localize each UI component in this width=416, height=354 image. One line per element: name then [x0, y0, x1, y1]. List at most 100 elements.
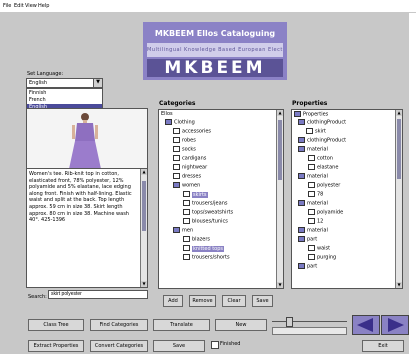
search-label: Search: [28, 294, 47, 300]
scroll-up-icon[interactable]: ▲ [396, 110, 402, 116]
tree-node[interactable]: elastane [308, 164, 338, 171]
scroll-up-icon[interactable]: ▲ [277, 110, 283, 116]
tree-node[interactable]: socks [173, 146, 196, 153]
tree-node[interactable]: trousers/jeans [183, 200, 227, 207]
tree-node[interactable]: material [298, 200, 328, 207]
tree-node[interactable]: trousers/shorts [183, 254, 230, 261]
description-scrollbar[interactable]: ▲ ▼ [140, 169, 147, 287]
document-icon [308, 218, 315, 224]
tree-node[interactable]: purging [308, 254, 336, 261]
next-button[interactable] [381, 315, 409, 335]
new-button[interactable]: New [215, 319, 267, 331]
scroll-down-icon[interactable]: ▼ [141, 281, 147, 287]
convert-categories-button[interactable]: Convert Categories [90, 340, 148, 352]
exit-button[interactable]: Exit [362, 340, 404, 352]
scroll-thumb[interactable] [397, 119, 401, 179]
document-icon [183, 218, 190, 224]
tree-node[interactable]: Properties [294, 111, 328, 118]
folder-icon [298, 227, 305, 233]
scroll-down-icon[interactable]: ▼ [277, 282, 283, 288]
properties-tree[interactable]: Properties clothingProduct skirt clothin… [291, 109, 403, 289]
menu-help[interactable]: Help [38, 3, 49, 9]
document-icon [173, 146, 180, 152]
find-categories-button[interactable]: Find Categories [90, 319, 148, 331]
document-icon [173, 155, 180, 161]
tree-node[interactable]: skirt [306, 128, 326, 135]
language-selected: English [29, 80, 48, 86]
tree-node[interactable]: accessories [173, 128, 211, 135]
folder-icon [298, 146, 305, 152]
tree-node[interactable]: women [173, 182, 200, 189]
translate-button[interactable]: Translate [153, 319, 210, 331]
add-button[interactable]: Add [163, 295, 183, 307]
class-tree-button[interactable]: Class Tree [28, 319, 84, 331]
language-option[interactable]: Finnish [27, 90, 102, 97]
tree-node[interactable]: Ellos [161, 111, 173, 118]
search-input[interactable] [48, 290, 148, 299]
banner-strip: Multilingual Knowledge Based European El… [147, 43, 283, 57]
document-icon [306, 128, 313, 134]
document-icon [183, 209, 190, 215]
scroll-thumb[interactable] [278, 120, 282, 180]
tree-node[interactable]: material [298, 146, 328, 153]
product-description[interactable]: Women's tee. Rib-knit top in cotton, ela… [26, 168, 148, 288]
tree-node[interactable]: robes [173, 137, 196, 144]
properties-scrollbar[interactable]: ▲ ▼ [395, 110, 402, 288]
tree-node[interactable]: cardigans [173, 155, 206, 162]
tree-node[interactable]: polyester [308, 182, 340, 189]
tree-node[interactable]: clothingProduct [298, 119, 346, 126]
clear-button[interactable]: Clear [222, 295, 246, 307]
save-small-button[interactable]: Save [252, 295, 273, 307]
categories-scrollbar[interactable]: ▲ ▼ [276, 110, 283, 288]
scroll-up-icon[interactable]: ▲ [141, 169, 147, 175]
tree-node-selected[interactable]: skirts [183, 191, 208, 198]
tree-node[interactable]: part [298, 236, 317, 243]
chevron-down-icon[interactable]: ▼ [93, 79, 102, 87]
tree-node[interactable]: men [173, 227, 193, 234]
tree-node[interactable]: clothingProduct [298, 137, 346, 144]
remove-button[interactable]: Remove [189, 295, 216, 307]
tree-node[interactable]: blazers [183, 236, 210, 243]
folder-icon [294, 111, 301, 117]
document-icon [308, 182, 315, 188]
tree-node[interactable]: material [298, 173, 328, 180]
menu-edit[interactable]: Edit [14, 3, 24, 9]
tree-node[interactable]: part [298, 263, 317, 270]
categories-tree[interactable]: Ellos Clothing accessories robes socks c… [158, 109, 284, 289]
tree-node[interactable]: dresses [173, 173, 201, 180]
slider-handle[interactable] [286, 317, 293, 327]
language-select[interactable]: English ▼ [26, 78, 103, 88]
tree-node[interactable]: 12 [308, 218, 323, 225]
tree-node[interactable]: cotton [308, 155, 333, 162]
document-icon [173, 137, 180, 143]
folder-icon [298, 263, 305, 269]
tree-node[interactable]: tops/sweatshirts [183, 209, 233, 216]
language-option[interactable]: French [27, 97, 102, 104]
progress-slider[interactable] [272, 316, 347, 336]
tree-node[interactable]: material [298, 227, 328, 234]
tree-node[interactable]: Clothing [165, 119, 195, 126]
save-button[interactable]: Save [153, 340, 205, 352]
scroll-down-icon[interactable]: ▼ [396, 282, 402, 288]
finished-label: Finished [220, 341, 241, 347]
scroll-thumb[interactable] [142, 181, 146, 231]
menu-file[interactable]: File [3, 3, 11, 9]
tree-node[interactable]: nightwear [173, 164, 207, 171]
properties-title: Properties [292, 100, 328, 107]
folder-icon [173, 182, 180, 188]
tree-node[interactable]: waist [308, 245, 330, 252]
document-icon [173, 164, 180, 170]
tree-node[interactable]: polyamide [308, 209, 343, 216]
document-icon [308, 245, 315, 251]
document-icon [308, 164, 315, 170]
document-icon [173, 128, 180, 134]
tree-node[interactable]: blouses/tunics [183, 218, 228, 225]
finished-checkbox[interactable] [211, 341, 219, 349]
tree-node-selected[interactable]: knitted tops [183, 245, 225, 252]
document-icon [308, 191, 315, 197]
menu-view[interactable]: View [25, 3, 37, 9]
application-window: File Edit View Help MKBEEM Ellos Catalog… [0, 0, 416, 354]
extract-properties-button[interactable]: Extract Properties [28, 340, 84, 352]
tree-node[interactable]: 78 [308, 191, 323, 198]
previous-button[interactable] [352, 315, 380, 335]
